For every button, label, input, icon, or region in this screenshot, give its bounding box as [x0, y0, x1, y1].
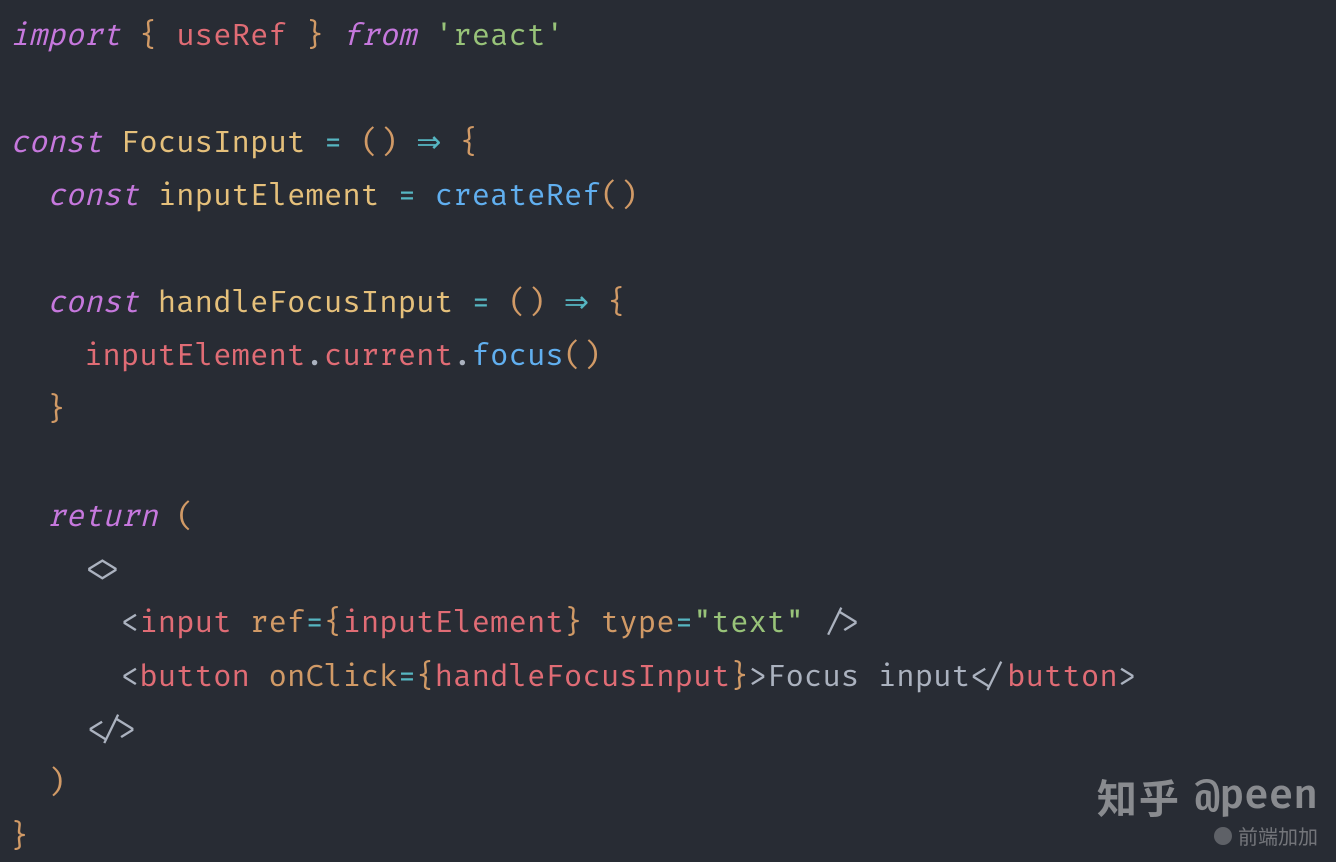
brace: {	[324, 605, 342, 642]
brace: {	[139, 18, 157, 55]
op-eq: =	[305, 605, 323, 642]
paren: (	[509, 285, 527, 322]
kw-import: import	[10, 18, 121, 55]
attr-type: type	[601, 605, 675, 642]
paren: )	[582, 338, 600, 375]
kw-const: const	[47, 285, 139, 322]
op-eq: =	[324, 125, 342, 162]
brace: }	[305, 18, 323, 55]
angle: >	[1118, 659, 1136, 696]
kw-from: from	[342, 18, 416, 55]
paren: )	[379, 125, 397, 162]
ident-current: current	[324, 338, 453, 375]
brace: }	[730, 659, 748, 696]
call-focus: focus	[472, 338, 564, 375]
jsx-frag-close: </>	[84, 712, 139, 749]
op-eq: =	[398, 178, 416, 215]
paren: (	[564, 338, 582, 375]
paren: )	[619, 178, 637, 215]
arrow: ⇒	[564, 285, 589, 322]
ident-handleFocusInput: handleFocusInput	[158, 285, 453, 322]
op-eq: =	[472, 285, 490, 322]
angle: <	[121, 605, 139, 642]
jsx-text: Focus input	[767, 659, 970, 696]
str-react: 'react'	[435, 18, 564, 55]
angle: >	[749, 659, 767, 696]
paren: )	[47, 765, 65, 802]
paren: (	[361, 125, 379, 162]
call-createRef: createRef	[435, 178, 601, 215]
kw-const: const	[10, 125, 102, 162]
jsx-frag-open: <>	[84, 552, 121, 589]
str-text: "text"	[693, 605, 804, 642]
kw-const: const	[47, 178, 139, 215]
kw-return: return	[47, 499, 158, 536]
angle: </	[970, 659, 1007, 696]
brace: {	[608, 285, 626, 322]
tag-button: button	[1007, 659, 1118, 696]
brace: }	[10, 819, 28, 856]
ident-inputElement: inputElement	[342, 605, 564, 642]
ident-inputElement: inputElement	[158, 178, 380, 215]
attr-onClick: onClick	[269, 659, 398, 696]
brace: {	[460, 125, 478, 162]
angle: <	[121, 659, 139, 696]
dot: .	[305, 338, 323, 375]
paren: (	[601, 178, 619, 215]
op-eq: =	[675, 605, 693, 642]
ident-useRef: useRef	[176, 18, 287, 55]
paren: (	[176, 499, 194, 536]
ident-FocusInput: FocusInput	[121, 125, 306, 162]
tag-input: input	[139, 605, 231, 642]
attr-ref: ref	[250, 605, 305, 642]
arrow: ⇒	[416, 125, 441, 162]
paren: )	[527, 285, 545, 322]
brace: {	[416, 659, 434, 696]
ident-handleFocusInput: handleFocusInput	[435, 659, 730, 696]
dot: .	[453, 338, 471, 375]
ident-inputElement: inputElement	[84, 338, 306, 375]
code-block: import { useRef } from 'react' const Foc…	[0, 0, 1336, 862]
tag-button: button	[139, 659, 250, 696]
brace: }	[564, 605, 582, 642]
tag-selfclose: />	[822, 605, 859, 642]
op-eq: =	[398, 659, 416, 696]
brace: }	[47, 392, 65, 429]
